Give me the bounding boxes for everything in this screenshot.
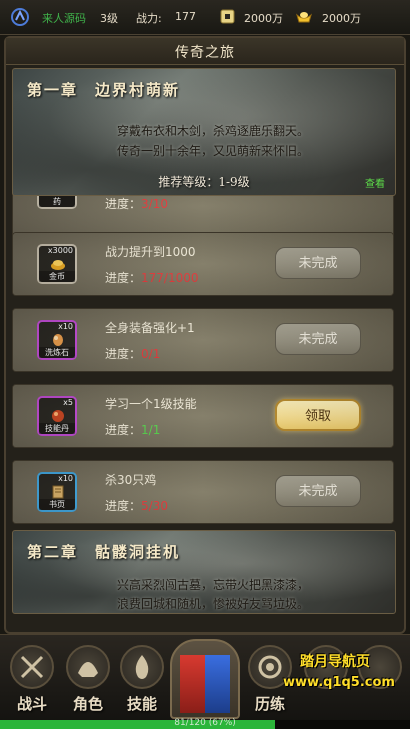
reward-qty: x10 [58,474,73,483]
task-row: x3000 金币 战力提升到1000 进度：177/1000 未完成 [12,232,394,296]
book-page-icon [52,485,64,499]
coin-value: 2000万 [244,12,283,25]
reward-item-name: 书页 [39,499,75,510]
panel-header: 传奇之旅 [6,38,404,65]
task-name: 全身装备强化+1 [105,321,195,335]
task-name: 学习一个1级技能 [105,397,197,411]
task-row: x5 技能丹 学习一个1级技能 进度：1/1 领取 [12,384,394,448]
progress-value: 5/30 [141,499,168,513]
coin-icon [220,9,235,24]
crossed-swords-icon [10,645,54,689]
gold-ingot-icon [296,12,312,23]
task-row: x10 洗炼石 全身装备强化+1 进度：0/1 未完成 [12,308,394,372]
nav-label: 历练 [254,695,285,713]
claim-button[interactable]: 领取 [275,399,361,431]
nav-label: 技能 [126,695,157,713]
task-progress: 进度：177/1000 [105,269,199,286]
progress-value: 177/1000 [141,271,199,285]
gold-coins-icon [51,260,65,270]
chapter-title: 第二章 骷髅洞挂机 [27,543,181,561]
progress-value: 1/1 [141,423,161,437]
player-level: 3级 [100,12,118,25]
nav-battle[interactable]: 战斗 [6,645,58,715]
task-status-button[interactable]: 未完成 [275,475,361,507]
task-progress: 进度：5/30 [105,497,168,514]
reward-item-name: 技能丹 [39,423,75,434]
progress-value: 0/1 [141,347,161,361]
progress-value: 3/10 [141,197,168,211]
watermark-url: www.q1q5.com [283,675,395,690]
task-name: 战力提升到1000 [105,245,196,259]
nav-skills[interactable]: 技能 [116,645,168,715]
reward-qty: x5 [63,398,73,407]
chapter-desc-line2: 传奇一别十余年，又见萌新来怀旧。 [116,144,309,158]
chapter-2-banner[interactable]: 第二章 骷髅洞挂机 兴高采烈闯古墓，忘带火把黑漆漆， 浪费回城和随机，惨被好友骂… [12,530,396,614]
chapter-desc-line1: 兴高采烈闯古墓，忘带火把黑漆漆， [116,578,309,592]
panel-title: 传奇之旅 [175,45,235,61]
player-emblem-icon[interactable] [10,7,30,27]
portal-gate-icon[interactable] [170,639,240,719]
reward-item[interactable]: x10 书页 [37,472,77,512]
reward-qty: x10 [58,322,73,331]
chapter-desc-line1: 穿戴布衣和木剑，杀鸡逐鹿乐翻天。 [116,124,309,138]
power-label: 战力: [136,12,162,25]
chapter-desc-line2: 浪费回城和随机，惨被好友骂垃圾。 [116,597,309,611]
reward-item[interactable]: x10 洗炼石 [37,320,77,360]
task-status-button[interactable]: 未完成 [275,323,361,355]
task-name: 杀30只鸡 [105,473,157,487]
reward-item-name: 洗炼石 [39,347,75,358]
task-status-button[interactable]: 未完成 [275,247,361,279]
exp-text: 81/120 (67%) [174,718,236,728]
gate-right-door [205,655,230,713]
progress-label: 进度： [105,347,142,361]
refine-stone-icon [53,334,63,346]
reward-item[interactable]: x5 技能丹 [37,396,77,436]
progress-label: 进度： [105,271,142,285]
gate-left-door [180,655,205,713]
task-progress: 进度：3/10 [105,195,168,212]
power-value: 177 [175,10,196,23]
chapter-1-banner[interactable]: 第一章 边界村萌新 穿戴布衣和木剑，杀鸡逐鹿乐翻天。 传奇一别十余年，又见萌新来… [12,68,396,196]
reward-item-name: 金币 [39,271,75,282]
flame-icon [120,645,164,689]
task-progress: 进度：1/1 [105,421,160,438]
task-progress: 进度：0/1 [105,345,160,362]
watermark-title: 踏月导航页 [300,654,370,670]
top-status-bar: 来人源码 3级 战力: 177 2000万 2000万 [0,0,410,35]
task-row: x10 书页 杀30只鸡 进度：5/30 未完成 [12,460,394,524]
nav-character[interactable]: 角色 [62,645,114,715]
progress-label: 进度： [105,423,142,437]
progress-label: 进度： [105,499,142,513]
nav-label: 角色 [72,695,103,713]
skill-pill-icon [52,410,64,422]
recommend-level: 推荐等级：1-9级 [158,175,250,189]
gold-value: 2000万 [322,12,361,25]
player-name: 来人源码 [42,12,86,25]
helmet-icon [66,645,110,689]
reward-item[interactable]: x3000 金币 [37,244,77,284]
progress-label: 进度： [105,197,142,211]
reward-qty: x3000 [47,246,73,255]
view-link[interactable]: 查看 [365,175,385,190]
exp-bar: 81/120 (67%) [0,718,410,729]
nav-label: 战斗 [16,695,47,713]
chapter-title: 第一章 边界村萌新 [27,81,181,99]
